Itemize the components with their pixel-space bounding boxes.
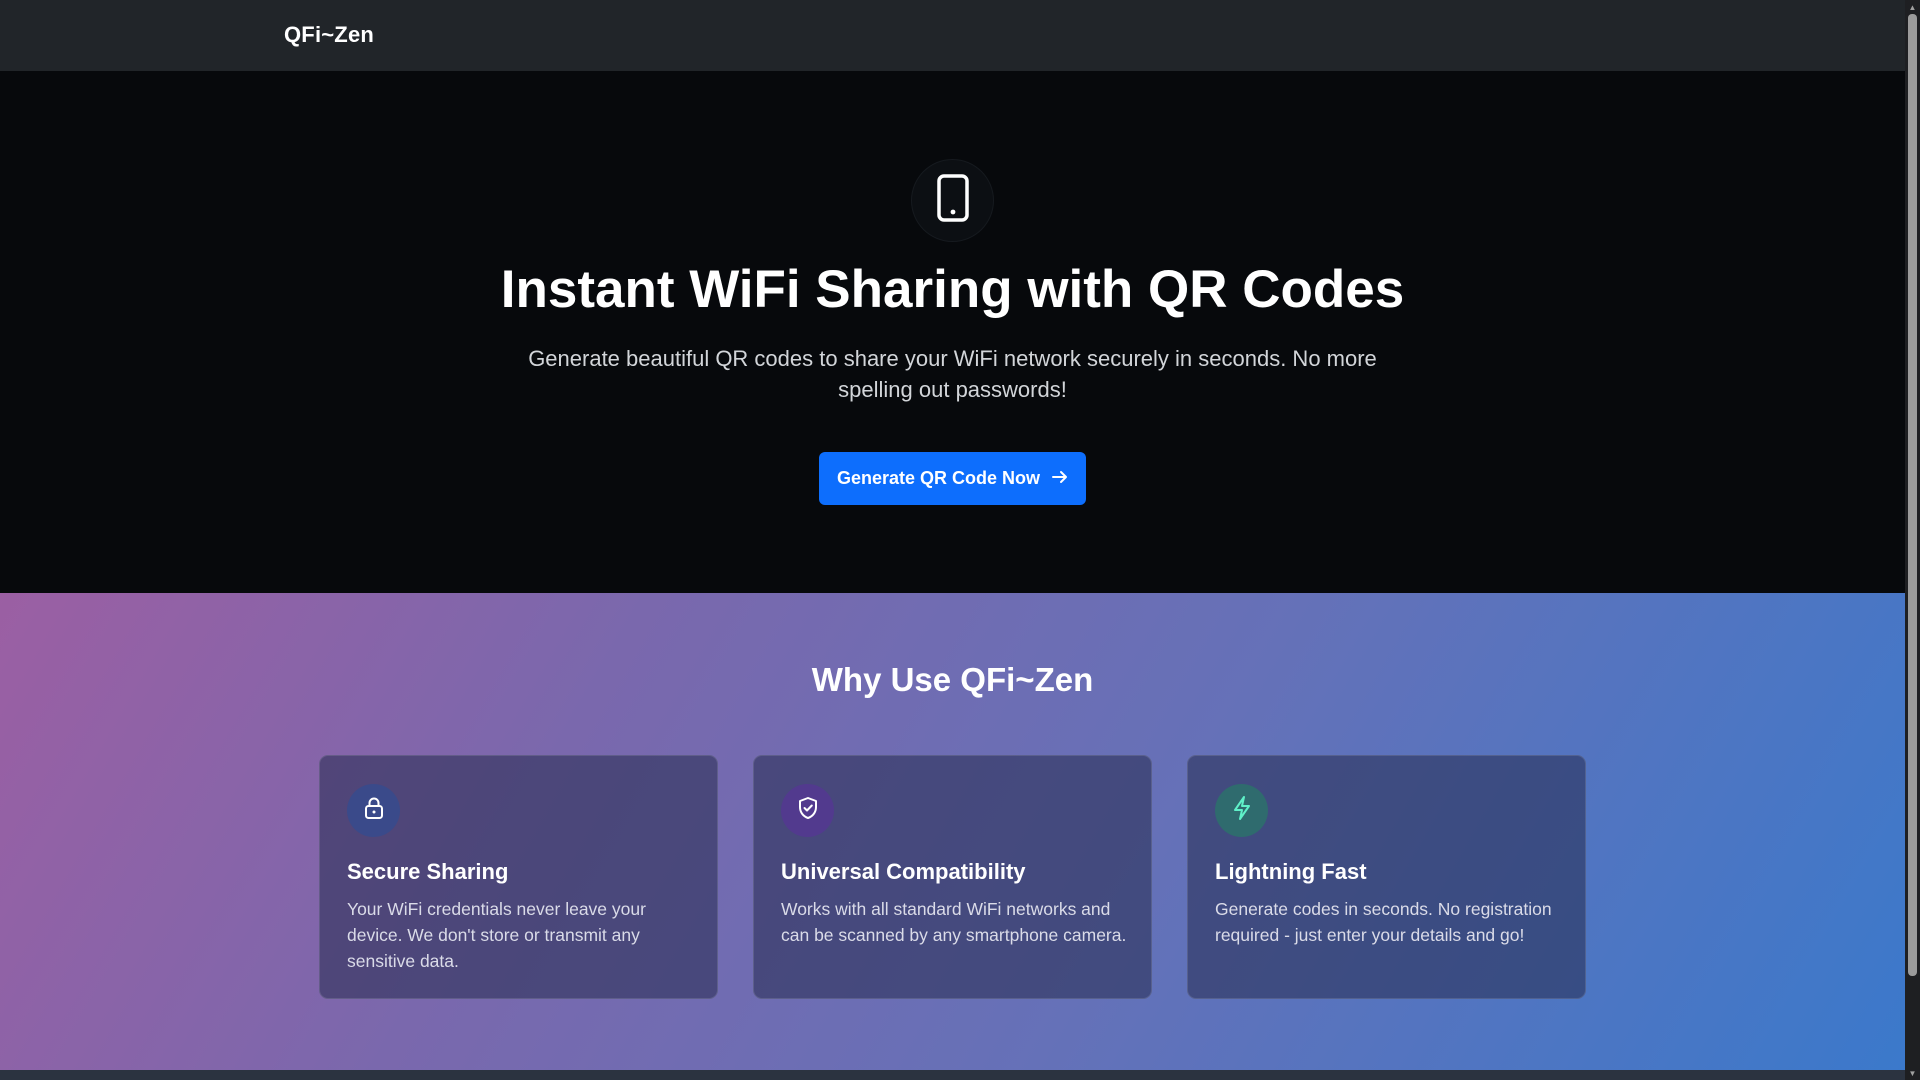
arrow-right-icon <box>1052 468 1068 489</box>
feature-description: Works with all standard WiFi networks an… <box>781 899 1127 945</box>
page: QFi~Zen Instant WiFi Sharing with QR Cod… <box>0 0 1920 1080</box>
feature-description: Generate codes in seconds. No registrati… <box>1215 899 1552 945</box>
features-section: Why Use QFi~Zen Secure Sharing Your WiFi… <box>0 593 1905 1070</box>
hero-section: Instant WiFi Sharing with QR Codes Gener… <box>0 71 1905 593</box>
generate-qr-button-label: Generate QR Code Now <box>836 468 1041 488</box>
lock-icon <box>363 796 385 825</box>
lightning-icon <box>1231 795 1253 826</box>
feature-title: Universal Compatibility <box>781 859 1026 884</box>
scroll-up-arrow-icon[interactable]: ▲ <box>1905 0 1920 14</box>
feature-icon-circle <box>1215 784 1268 837</box>
navbar: QFi~Zen <box>0 0 1905 71</box>
features-title: Why Use QFi~Zen <box>811 661 1094 698</box>
feature-icon-circle <box>781 784 834 837</box>
hero-title: Instant WiFi Sharing with QR Codes <box>500 260 1405 319</box>
page-scrollbar[interactable]: ▲ ▼ <box>1905 0 1920 1080</box>
hero-subtitle: Generate beautiful QR codes to share you… <box>528 346 1377 402</box>
feature-title: Lightning Fast <box>1215 859 1367 884</box>
feature-icon-circle <box>347 784 400 837</box>
footer-edge <box>0 1070 1905 1080</box>
shield-check-icon <box>797 796 819 825</box>
feature-card-secure: Secure Sharing Your WiFi credentials nev… <box>319 755 718 999</box>
feature-description: Your WiFi credentials never leave your d… <box>347 899 646 971</box>
feature-card-compatibility: Universal Compatibility Works with all s… <box>753 755 1152 999</box>
feature-card-fast: Lightning Fast Generate codes in seconds… <box>1187 755 1586 999</box>
feature-title: Secure Sharing <box>347 859 509 884</box>
scrollbar-thumb[interactable] <box>1908 14 1917 976</box>
generate-qr-button[interactable]: Generate QR Code Now <box>819 452 1086 505</box>
hero-icon-circle <box>912 160 993 241</box>
brand-link[interactable]: QFi~Zen <box>284 22 374 48</box>
smartphone-icon <box>936 174 970 227</box>
scroll-down-arrow-icon[interactable]: ▼ <box>1905 1066 1920 1080</box>
